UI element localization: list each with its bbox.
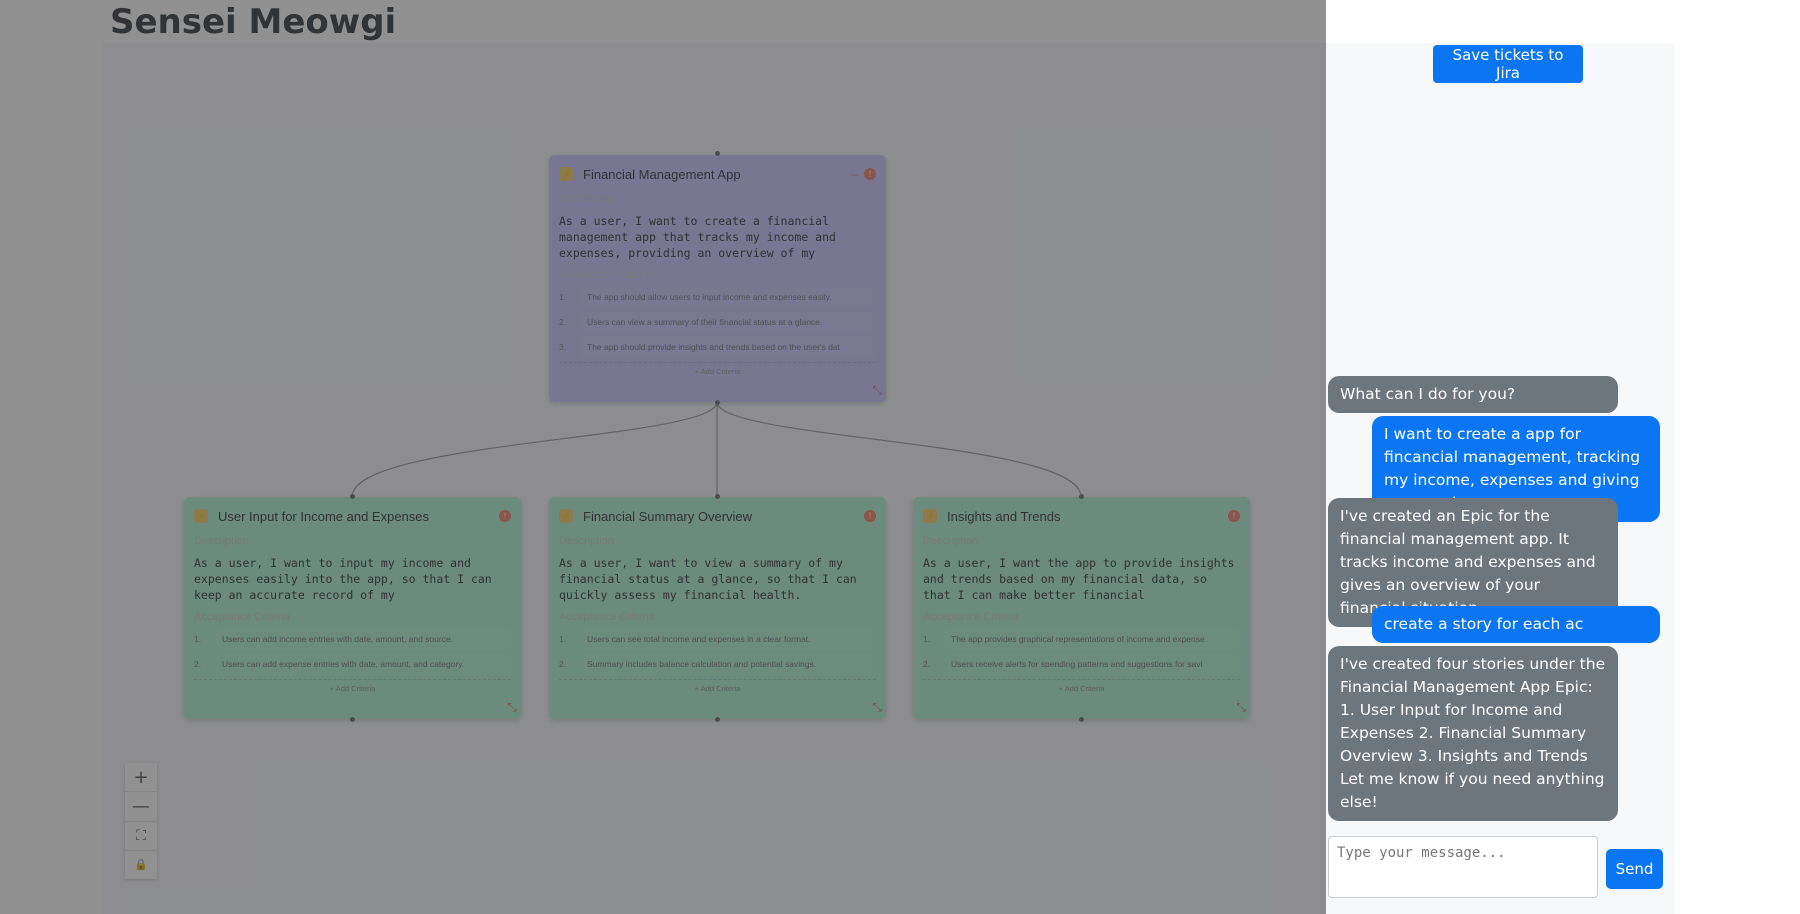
criteria-item[interactable]: 2. Summary includes balance calculation a…	[559, 654, 876, 674]
node-handle[interactable]	[1079, 494, 1084, 499]
description-label: Description	[559, 535, 615, 547]
criteria-label: Acceptance Criteria	[559, 611, 655, 623]
chat-message-bot: I've created four stories under the Fina…	[1328, 646, 1618, 821]
card-header: ⚡ Financial Summary Overview !	[559, 505, 876, 527]
zoom-controls: + — ⛶ 🔒	[125, 763, 157, 879]
chat-message-bot: What can I do for you?	[1328, 376, 1618, 413]
description-label: Description	[923, 535, 979, 547]
add-criteria-button[interactable]: + Add Criteria	[559, 679, 876, 693]
story-card-2[interactable]: ⚡ Financial Summary Overview ! Descripti…	[549, 497, 886, 719]
description-text[interactable]: As a user, I want the app to provide ins…	[923, 555, 1240, 603]
add-criteria-button[interactable]: + Add Criteria	[194, 679, 511, 693]
canvas-region: Sensei Meowgi ⚡ Financial Management App…	[0, 0, 1326, 914]
fit-view-icon[interactable]: ⛶	[125, 822, 157, 851]
chat-message-input[interactable]	[1328, 836, 1598, 898]
app-title: Sensei Meowgi	[110, 2, 397, 42]
card-header: ⚡ Insights and Trends !	[923, 505, 1240, 527]
criteria-label: Acceptance Criteria	[194, 611, 290, 623]
description-text[interactable]: As a user, I want to input my income and…	[194, 555, 511, 603]
criteria-label: Acceptance Criteria	[559, 269, 655, 281]
card-title: Insights and Trends	[947, 508, 1061, 524]
send-button[interactable]: Send	[1606, 849, 1663, 889]
save-to-jira-button[interactable]: Save tickets to Jira	[1433, 45, 1583, 83]
chat-message-user: create a story for each ac	[1372, 606, 1660, 643]
story-icon: ⚡	[923, 509, 937, 523]
story-icon: ⚡	[194, 509, 208, 523]
add-criteria-button[interactable]: + Add Criteria	[559, 362, 876, 376]
card-header: ⚡ Financial Management App – !	[559, 163, 876, 185]
card-header: ⚡ User Input for Income and Expenses !	[194, 505, 511, 527]
story-card-3[interactable]: ⚡ Insights and Trends ! Description As a…	[913, 497, 1250, 719]
epic-icon: ⚡	[559, 167, 573, 181]
add-criteria-button[interactable]: + Add Criteria	[923, 679, 1240, 693]
criteria-item[interactable]: 1. The app provides graphical representat…	[923, 629, 1240, 649]
resize-handle-icon[interactable]: ⤡	[872, 383, 882, 398]
criteria-item[interactable]: 1. The app should allow users to input in…	[559, 287, 876, 307]
resize-handle-icon[interactable]: ⤡	[1236, 700, 1246, 715]
delete-icon[interactable]: !	[864, 168, 876, 180]
description-label: Description	[194, 535, 250, 547]
card-title: Financial Management App	[583, 166, 741, 182]
delete-icon[interactable]: !	[864, 510, 876, 522]
criteria-list: 1. Users can see total income and expense…	[559, 629, 876, 674]
resize-handle-icon[interactable]: ⤡	[872, 700, 882, 715]
zoom-in-button[interactable]: +	[125, 763, 157, 793]
node-handle[interactable]	[1079, 717, 1084, 722]
collapse-icon[interactable]: –	[851, 167, 858, 181]
criteria-list: 1. The app should allow users to input in…	[559, 287, 876, 357]
criteria-item[interactable]: 2. Users can add expense entries with dat…	[194, 654, 511, 674]
chat-panel: Save tickets to Jira What can I do for y…	[1326, 43, 1674, 914]
node-handle[interactable]	[715, 400, 720, 405]
criteria-list: 1. The app provides graphical representat…	[923, 629, 1240, 674]
lock-icon[interactable]: 🔒	[125, 851, 157, 879]
delete-icon[interactable]: !	[499, 510, 511, 522]
card-title: User Input for Income and Expenses	[218, 508, 430, 524]
delete-icon[interactable]: !	[1228, 510, 1240, 522]
description-text[interactable]: As a user, I want to create a financial …	[559, 213, 876, 261]
node-handle[interactable]	[715, 494, 720, 499]
description-text[interactable]: As a user, I want to view a summary of m…	[559, 555, 876, 603]
criteria-item[interactable]: 2. Users receive alerts for spending patt…	[923, 654, 1240, 674]
node-handle[interactable]	[715, 717, 720, 722]
node-handle[interactable]	[350, 494, 355, 499]
resize-handle-icon[interactable]: ⤡	[507, 700, 517, 715]
story-icon: ⚡	[559, 509, 573, 523]
node-handle[interactable]	[715, 151, 720, 156]
criteria-item[interactable]: 3. The app should provide insights and tr…	[559, 337, 876, 357]
criteria-label: Acceptance Criteria	[923, 611, 1019, 623]
story-card-1[interactable]: ⚡ User Input for Income and Expenses ! D…	[184, 497, 521, 719]
zoom-out-button[interactable]: —	[125, 792, 157, 822]
criteria-item[interactable]: 1. Users can add income entries with date…	[194, 629, 511, 649]
node-handle[interactable]	[350, 717, 355, 722]
epic-card[interactable]: ⚡ Financial Management App – ! Descripti…	[549, 155, 886, 402]
criteria-item[interactable]: 1. Users can see total income and expense…	[559, 629, 876, 649]
criteria-item[interactable]: 2. Users can view a summary of their fina…	[559, 312, 876, 332]
criteria-list: 1. Users can add income entries with date…	[194, 629, 511, 674]
description-label: Description	[559, 193, 615, 205]
card-title: Financial Summary Overview	[583, 508, 753, 524]
